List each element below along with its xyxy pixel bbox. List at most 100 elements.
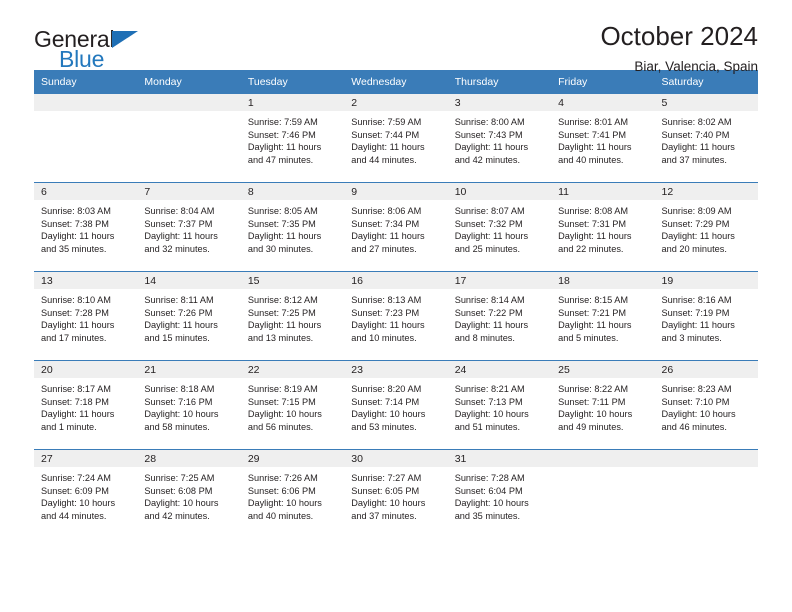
daylight-line-2: and 17 minutes. xyxy=(41,332,107,343)
daylight-line-1: Daylight: 10 hours xyxy=(247,409,322,420)
day-number: 9 xyxy=(344,183,448,200)
sunrise-time: Sunrise: 8:20 AM xyxy=(351,384,422,394)
day-number: 31 xyxy=(447,450,552,467)
calendar-day-cell[interactable]: 17 Sunrise: 8:14 AM Sunset: 7:22 PM Dayligh… xyxy=(447,271,552,361)
calendar-day-cell[interactable]: 11 Sunrise: 8:08 AM Sunset: 7:31 PM Dayligh… xyxy=(551,182,655,272)
calendar-week-row: 20 Sunrise: 8:17 AM Sunset: 7:18 PM Dayligh… xyxy=(34,360,758,450)
sunrise-time: Sunrise: 8:07 AM xyxy=(454,206,525,216)
day-number: 25 xyxy=(551,361,655,378)
day-cell-inner: 9 Sunrise: 8:06 AM Sunset: 7:34 PM Daylight… xyxy=(344,183,448,271)
day-details: Sunrise: 8:19 AM Sunset: 7:15 PM Daylight:… xyxy=(241,378,344,433)
sunset-time: Sunset: 6:05 PM xyxy=(351,485,420,496)
day-number: 16 xyxy=(344,272,448,289)
day-cell-inner xyxy=(654,450,758,538)
calendar-day-cell[interactable]: 18 Sunrise: 8:15 AM Sunset: 7:21 PM Dayligh… xyxy=(551,271,655,361)
sunrise-time: Sunrise: 8:18 AM xyxy=(144,384,215,394)
sunset-time: Sunset: 7:11 PM xyxy=(558,396,626,407)
day-cell-inner: 1 Sunrise: 7:59 AM Sunset: 7:46 PM Daylight… xyxy=(240,94,345,182)
daylight-line-2: and 13 minutes. xyxy=(247,332,314,343)
daylight-line-1: Daylight: 10 hours xyxy=(351,409,426,420)
day-number: 4 xyxy=(551,94,655,111)
calendar-day-cell[interactable]: 4 Sunrise: 8:01 AM Sunset: 7:41 PM Daylight… xyxy=(551,94,655,183)
general-blue-logo[interactable]: General Blue xyxy=(34,28,138,71)
calendar-day-cell[interactable]: 21 Sunrise: 8:18 AM Sunset: 7:16 PM Dayligh… xyxy=(137,360,241,450)
calendar-day-cell[interactable]: 29 Sunrise: 7:26 AM Sunset: 6:06 PM Dayligh… xyxy=(240,449,345,538)
day-number: 19 xyxy=(654,272,758,289)
daylight-line-2: and 3 minutes. xyxy=(661,332,722,343)
calendar-day-cell[interactable]: 20 Sunrise: 8:17 AM Sunset: 7:18 PM Dayligh… xyxy=(34,360,138,450)
day-details: Sunrise: 8:05 AM Sunset: 7:35 PM Daylight:… xyxy=(241,200,344,255)
calendar-day-cell[interactable]: 9 Sunrise: 8:06 AM Sunset: 7:34 PM Daylight… xyxy=(344,182,448,272)
calendar-day-cell[interactable]: 13 Sunrise: 8:10 AM Sunset: 7:28 PM Dayligh… xyxy=(34,271,138,361)
day-details: Sunrise: 8:10 AM Sunset: 7:28 PM Daylight:… xyxy=(34,289,137,344)
calendar-day-cell[interactable]: 15 Sunrise: 8:12 AM Sunset: 7:25 PM Dayligh… xyxy=(240,271,345,361)
day-number: 30 xyxy=(344,450,448,467)
sunrise-time: Sunrise: 7:28 AM xyxy=(454,473,525,483)
sunrise-time: Sunrise: 8:02 AM xyxy=(661,117,732,127)
day-details: Sunrise: 8:22 AM Sunset: 7:11 PM Daylight:… xyxy=(551,378,654,433)
day-cell-inner: 17 Sunrise: 8:14 AM Sunset: 7:22 PM Dayligh… xyxy=(447,272,552,360)
day-cell-inner: 29 Sunrise: 7:26 AM Sunset: 6:06 PM Dayligh… xyxy=(240,450,345,538)
day-number: 29 xyxy=(240,450,345,467)
daylight-line-1: Daylight: 11 hours xyxy=(661,320,735,331)
calendar-day-cell[interactable]: 10 Sunrise: 8:07 AM Sunset: 7:32 PM Dayligh… xyxy=(447,182,552,272)
day-number: 15 xyxy=(240,272,345,289)
daylight-line-1: Daylight: 11 hours xyxy=(351,231,425,242)
sunrise-time: Sunrise: 8:01 AM xyxy=(558,117,629,127)
calendar-day-cell[interactable]: 22 Sunrise: 8:19 AM Sunset: 7:15 PM Dayligh… xyxy=(240,360,345,450)
day-number: 23 xyxy=(344,361,448,378)
sunset-time: Sunset: 6:06 PM xyxy=(247,485,316,496)
calendar-day-cell[interactable]: 26 Sunrise: 8:23 AM Sunset: 7:10 PM Dayligh… xyxy=(654,360,758,450)
sunset-time: Sunset: 6:04 PM xyxy=(454,485,523,496)
daylight-line-1: Daylight: 11 hours xyxy=(41,409,115,420)
sunrise-time: Sunrise: 7:59 AM xyxy=(351,117,422,127)
daylight-line-2: and 40 minutes. xyxy=(558,154,624,165)
calendar-day-cell[interactable]: 28 Sunrise: 7:25 AM Sunset: 6:08 PM Dayligh… xyxy=(137,449,241,538)
day-details: Sunrise: 8:16 AM Sunset: 7:19 PM Daylight:… xyxy=(655,289,758,344)
day-number: 5 xyxy=(654,94,758,111)
calendar-day-cell[interactable]: 14 Sunrise: 8:11 AM Sunset: 7:26 PM Dayligh… xyxy=(137,271,241,361)
day-number: 24 xyxy=(447,361,552,378)
calendar-day-cell[interactable]: 5 Sunrise: 8:02 AM Sunset: 7:40 PM Daylight… xyxy=(654,94,758,183)
sunrise-time: Sunrise: 8:06 AM xyxy=(351,206,422,216)
calendar-day-cell[interactable]: 12 Sunrise: 8:09 AM Sunset: 7:29 PM Dayligh… xyxy=(654,182,758,272)
daylight-line-2: and 44 minutes. xyxy=(351,154,417,165)
calendar-day-cell[interactable]: 30 Sunrise: 7:27 AM Sunset: 6:05 PM Dayligh… xyxy=(344,449,448,538)
day-details: Sunrise: 8:00 AM Sunset: 7:43 PM Daylight:… xyxy=(448,111,551,166)
weekday-header-tuesday: Tuesday xyxy=(240,70,345,94)
sunrise-time: Sunrise: 8:08 AM xyxy=(558,206,629,216)
daylight-line-1: Daylight: 10 hours xyxy=(454,409,529,420)
daylight-line-1: Daylight: 11 hours xyxy=(351,142,425,153)
day-cell-inner: 5 Sunrise: 8:02 AM Sunset: 7:40 PM Daylight… xyxy=(654,94,758,182)
sunset-time: Sunset: 7:40 PM xyxy=(661,129,730,140)
calendar-day-cell[interactable]: 6 Sunrise: 8:03 AM Sunset: 7:38 PM Daylight… xyxy=(34,182,138,272)
day-details: Sunrise: 8:01 AM Sunset: 7:41 PM Daylight:… xyxy=(551,111,654,166)
calendar-day-cell[interactable]: 23 Sunrise: 8:20 AM Sunset: 7:14 PM Dayligh… xyxy=(344,360,448,450)
sunrise-time: Sunrise: 7:24 AM xyxy=(41,473,111,483)
calendar-day-cell[interactable]: 16 Sunrise: 8:13 AM Sunset: 7:23 PM Dayligh… xyxy=(344,271,448,361)
calendar-day-cell[interactable]: 25 Sunrise: 8:22 AM Sunset: 7:11 PM Dayligh… xyxy=(551,360,655,450)
daylight-line-1: Daylight: 11 hours xyxy=(41,231,115,242)
calendar-day-cell[interactable]: 3 Sunrise: 8:00 AM Sunset: 7:43 PM Daylight… xyxy=(447,94,552,183)
sunrise-time: Sunrise: 8:11 AM xyxy=(144,295,214,305)
calendar-day-cell[interactable]: 24 Sunrise: 8:21 AM Sunset: 7:13 PM Dayligh… xyxy=(447,360,552,450)
day-cell-inner: 22 Sunrise: 8:19 AM Sunset: 7:15 PM Dayligh… xyxy=(240,361,345,449)
title-block: October 2024 Biar, Valencia, Spain xyxy=(600,21,758,74)
calendar-day-cell[interactable]: 27 Sunrise: 7:24 AM Sunset: 6:09 PM Dayligh… xyxy=(34,449,138,538)
calendar-day-cell[interactable]: 31 Sunrise: 7:28 AM Sunset: 6:04 PM Dayligh… xyxy=(447,449,552,538)
daylight-line-2: and 27 minutes. xyxy=(351,243,417,254)
daylight-line-2: and 1 minute. xyxy=(41,421,97,432)
daylight-line-2: and 5 minutes. xyxy=(558,332,619,343)
calendar-day-cell[interactable]: 2 Sunrise: 7:59 AM Sunset: 7:44 PM Daylight… xyxy=(344,94,448,183)
day-cell-inner: 4 Sunrise: 8:01 AM Sunset: 7:41 PM Daylight… xyxy=(551,94,655,182)
sunrise-time: Sunrise: 8:03 AM xyxy=(41,206,111,216)
calendar-day-cell[interactable]: 7 Sunrise: 8:04 AM Sunset: 7:37 PM Daylight… xyxy=(137,182,241,272)
triangle-logo-icon xyxy=(112,31,138,48)
calendar-day-cell[interactable]: 19 Sunrise: 8:16 AM Sunset: 7:19 PM Dayligh… xyxy=(654,271,758,361)
day-number: 22 xyxy=(240,361,345,378)
sunrise-time: Sunrise: 8:23 AM xyxy=(661,384,732,394)
calendar-day-cell[interactable]: 8 Sunrise: 8:05 AM Sunset: 7:35 PM Daylight… xyxy=(240,182,345,272)
calendar-day-cell[interactable]: 1 Sunrise: 7:59 AM Sunset: 7:46 PM Daylight… xyxy=(240,94,345,183)
day-number: 1 xyxy=(240,94,345,111)
daylight-line-1: Daylight: 10 hours xyxy=(661,409,736,420)
